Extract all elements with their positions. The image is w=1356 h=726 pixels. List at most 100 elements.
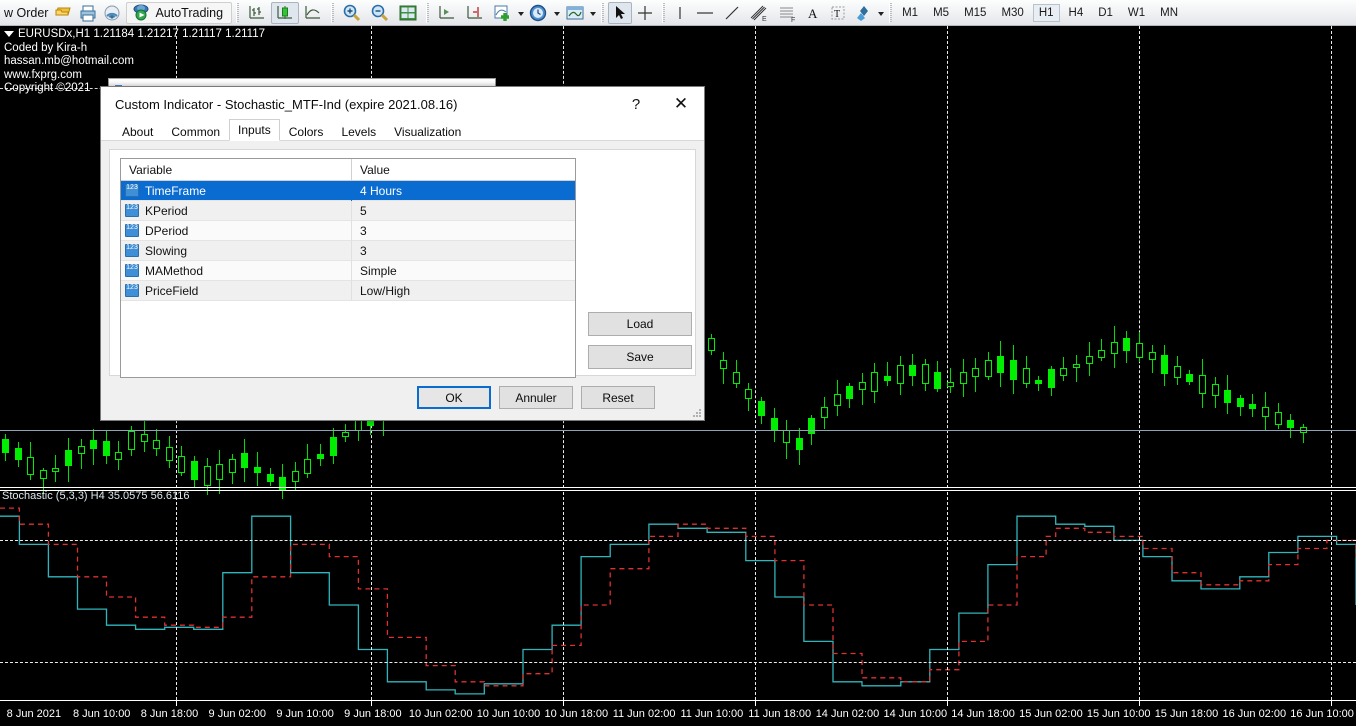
timeframe-h4-button[interactable]: H4 [1063,4,1090,22]
dialog-help-button[interactable]: ? [614,87,658,121]
table-row[interactable]: DPeriod3 [121,221,575,241]
candlestick [267,468,275,486]
input-value-cell[interactable]: 5 [352,204,575,218]
candlestick [1149,345,1157,373]
timeframe-m15-button[interactable]: M15 [958,4,992,22]
autotrading-button[interactable]: AutoTrading [126,2,232,24]
chart-shift-icon[interactable] [433,2,461,24]
autotrading-icon [131,2,151,24]
timeframe-w1-button[interactable]: W1 [1122,4,1151,22]
timeframe-m30-button[interactable]: M30 [995,4,1029,22]
text-icon[interactable]: A [801,2,825,24]
tab-visualization[interactable]: Visualization [385,122,470,142]
chevron-down-icon[interactable] [589,2,597,24]
time-axis-tick [371,701,372,706]
input-variable-cell: KPeriod [121,201,352,221]
timeframe-h1-button[interactable]: H1 [1033,4,1060,22]
vertical-line-icon[interactable] [669,2,691,24]
tab-inputs[interactable]: Inputs [229,119,280,141]
timeframe-mn-button[interactable]: MN [1154,4,1184,22]
candlestick [78,439,86,469]
candlestick-chart-icon[interactable] [271,2,299,24]
load-button[interactable]: Load [588,312,692,336]
candlestick [153,429,161,456]
auto-scroll-icon[interactable] [461,2,489,24]
table-row[interactable]: MAMethodSimple [121,261,575,281]
bar-chart-icon[interactable] [243,2,271,24]
tab-levels[interactable]: Levels [332,122,385,142]
tab-common[interactable]: Common [162,122,229,142]
indicators-icon[interactable] [489,2,517,24]
candlestick [720,352,728,384]
zoom-in-icon[interactable] [338,2,366,24]
chevron-down-icon[interactable] [517,2,525,24]
reset-button[interactable]: Reset [581,386,655,409]
timeframe-d1-button[interactable]: D1 [1092,4,1119,22]
credit-line-2: hassan.mb@hotmail.com [4,55,265,69]
timeframe-m1-button[interactable]: M1 [896,4,924,22]
trendline-icon[interactable] [719,2,745,24]
cursor-icon[interactable] [608,2,632,24]
ok-button[interactable]: OK [417,386,491,409]
time-axis-label: 9 Jun 02:00 [209,708,267,720]
table-row[interactable]: Slowing 3 [121,241,575,261]
candlestick [1136,332,1144,362]
dialog-resize-handle[interactable] [692,408,702,418]
input-value-cell[interactable]: 3 [352,244,575,258]
cancel-button[interactable]: Annuler [499,386,573,409]
custom-indicator-dialog[interactable]: Custom Indicator - Stochastic_MTF-Ind (e… [100,86,705,421]
crosshair-icon[interactable] [632,2,658,24]
candlestick [254,452,262,486]
dialog-close-button[interactable]: ✕ [658,87,704,121]
autotrading-label: AutoTrading [151,6,227,20]
input-value-cell[interactable]: Simple [352,264,575,278]
candlestick [733,360,741,388]
inputs-grid[interactable]: Variable Value TimeFrame4 HoursKPeriod5D… [120,158,576,378]
chevron-down-icon[interactable] [877,2,885,24]
new-order-button[interactable]: w Order [0,6,52,20]
candlestick [745,383,753,411]
timeframe-m5-button[interactable]: M5 [927,4,955,22]
stochastic-plot [0,492,1356,710]
candlestick [985,352,993,380]
table-row[interactable]: PriceFieldLow/High [121,281,575,301]
print-icon[interactable] [76,2,100,24]
inputs-grid-header: Variable Value [121,159,575,181]
input-variable-cell: TimeFrame [121,181,352,201]
candlestick [1212,377,1220,408]
period-icon[interactable] [525,2,553,24]
templates-icon[interactable] [561,2,589,24]
fibonacci-icon[interactable]: F [773,2,801,24]
time-axis-label: 11 Jun 18:00 [748,708,811,720]
table-row[interactable]: KPeriod5 [121,201,575,221]
text-label-icon[interactable]: T [825,2,851,24]
dialog-body: Variable Value TimeFrame4 HoursKPeriod5D… [109,149,696,376]
tab-about[interactable]: About [113,122,162,142]
data-window-icon[interactable] [394,2,422,24]
folder-icon[interactable] [52,2,76,24]
chevron-down-icon[interactable] [553,2,561,24]
stochastic-line-d [0,508,1356,686]
tab-colors[interactable]: Colors [280,122,333,142]
input-value-cell[interactable]: 4 Hours [352,184,575,198]
collapse-arrow-icon[interactable] [4,31,14,37]
zoom-out-icon[interactable] [366,2,394,24]
svg-text:T: T [834,9,840,20]
stochastic-pane[interactable]: Stochastic (5,3,3) H4 35.0575 56.6116 [0,492,1356,710]
table-row[interactable]: TimeFrame4 Hours [121,181,575,201]
line-chart-icon[interactable] [299,2,327,24]
candlestick [1186,370,1194,385]
time-axis-tick [176,701,177,706]
dialog-titlebar[interactable]: Custom Indicator - Stochastic_MTF-Ind (e… [101,87,704,121]
horizontal-line-icon[interactable] [691,2,719,24]
equidistant-channel-icon[interactable]: E [745,2,773,24]
vertical-gridline [1331,26,1332,488]
input-variable-label: Slowing [145,244,187,258]
shapes-icon[interactable] [851,2,877,24]
save-button[interactable]: Save [588,345,692,369]
input-value-cell[interactable]: 3 [352,224,575,238]
vertical-gridline [947,26,948,488]
input-value-cell[interactable]: Low/High [352,284,575,298]
network-icon[interactable] [100,2,124,24]
toolbar-separator [236,3,239,23]
